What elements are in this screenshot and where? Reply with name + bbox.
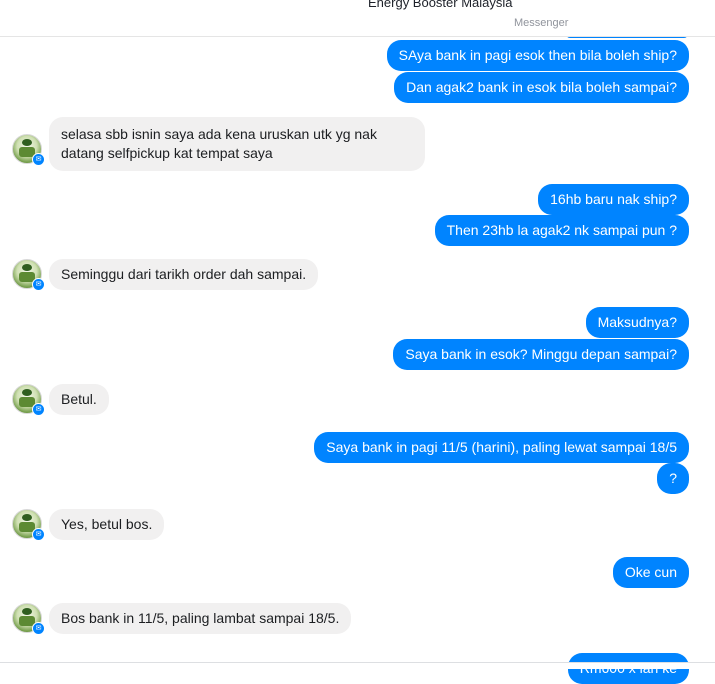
message-outgoing[interactable]: Dan agak2 bank in esok bila boleh sampai… <box>394 72 689 103</box>
message-outgoing[interactable]: Then 23hb la agak2 nk sampai pun ? <box>434 215 689 246</box>
message-outgoing[interactable]: Saya bank in esok? Minggu depan sampai? <box>393 339 689 370</box>
message-outgoing[interactable]: Maksudnya? <box>585 307 689 338</box>
messenger-badge-icon: ✉ <box>32 153 45 166</box>
message-outgoing[interactable]: 16hb baru nak ship? <box>538 184 689 215</box>
message-thread: SAya bank in pagi esok then bila boleh s… <box>0 0 715 684</box>
message-outgoing[interactable]: ? <box>657 463 689 494</box>
contact-avatar[interactable]: ✉ <box>12 259 45 291</box>
message-incoming[interactable]: Betul. <box>49 384 109 415</box>
conversation-header: Energy Booster Malaysia Messenger <box>0 0 715 37</box>
message-outgoing[interactable]: Saya bank in pagi 11/5 (harini), paling … <box>314 432 689 463</box>
messenger-badge-icon: ✉ <box>32 403 45 416</box>
message-incoming[interactable]: Yes, betul bos. <box>49 509 165 540</box>
conversation-title[interactable]: Energy Booster Malaysia <box>0 0 715 10</box>
conversation-subtitle: Messenger <box>514 17 569 29</box>
contact-avatar[interactable]: ✉ <box>12 384 45 416</box>
contact-avatar[interactable]: ✉ <box>12 134 45 166</box>
message-incoming[interactable]: Bos bank in 11/5, paling lambat sampai 1… <box>49 603 352 634</box>
message-incoming[interactable]: Seminggu dari tarikh order dah sampai. <box>49 259 319 290</box>
contact-avatar[interactable]: ✉ <box>12 509 45 541</box>
messenger-badge-icon: ✉ <box>32 528 45 541</box>
messenger-badge-icon: ✉ <box>32 278 45 291</box>
contact-avatar[interactable]: ✉ <box>12 603 45 635</box>
message-outgoing[interactable]: Oke cun <box>612 557 689 588</box>
messenger-badge-icon: ✉ <box>32 622 45 635</box>
message-outgoing[interactable]: SAya bank in pagi esok then bila boleh s… <box>386 40 689 71</box>
message-incoming[interactable]: selasa sbb isnin saya ada kena uruskan u… <box>49 117 425 171</box>
